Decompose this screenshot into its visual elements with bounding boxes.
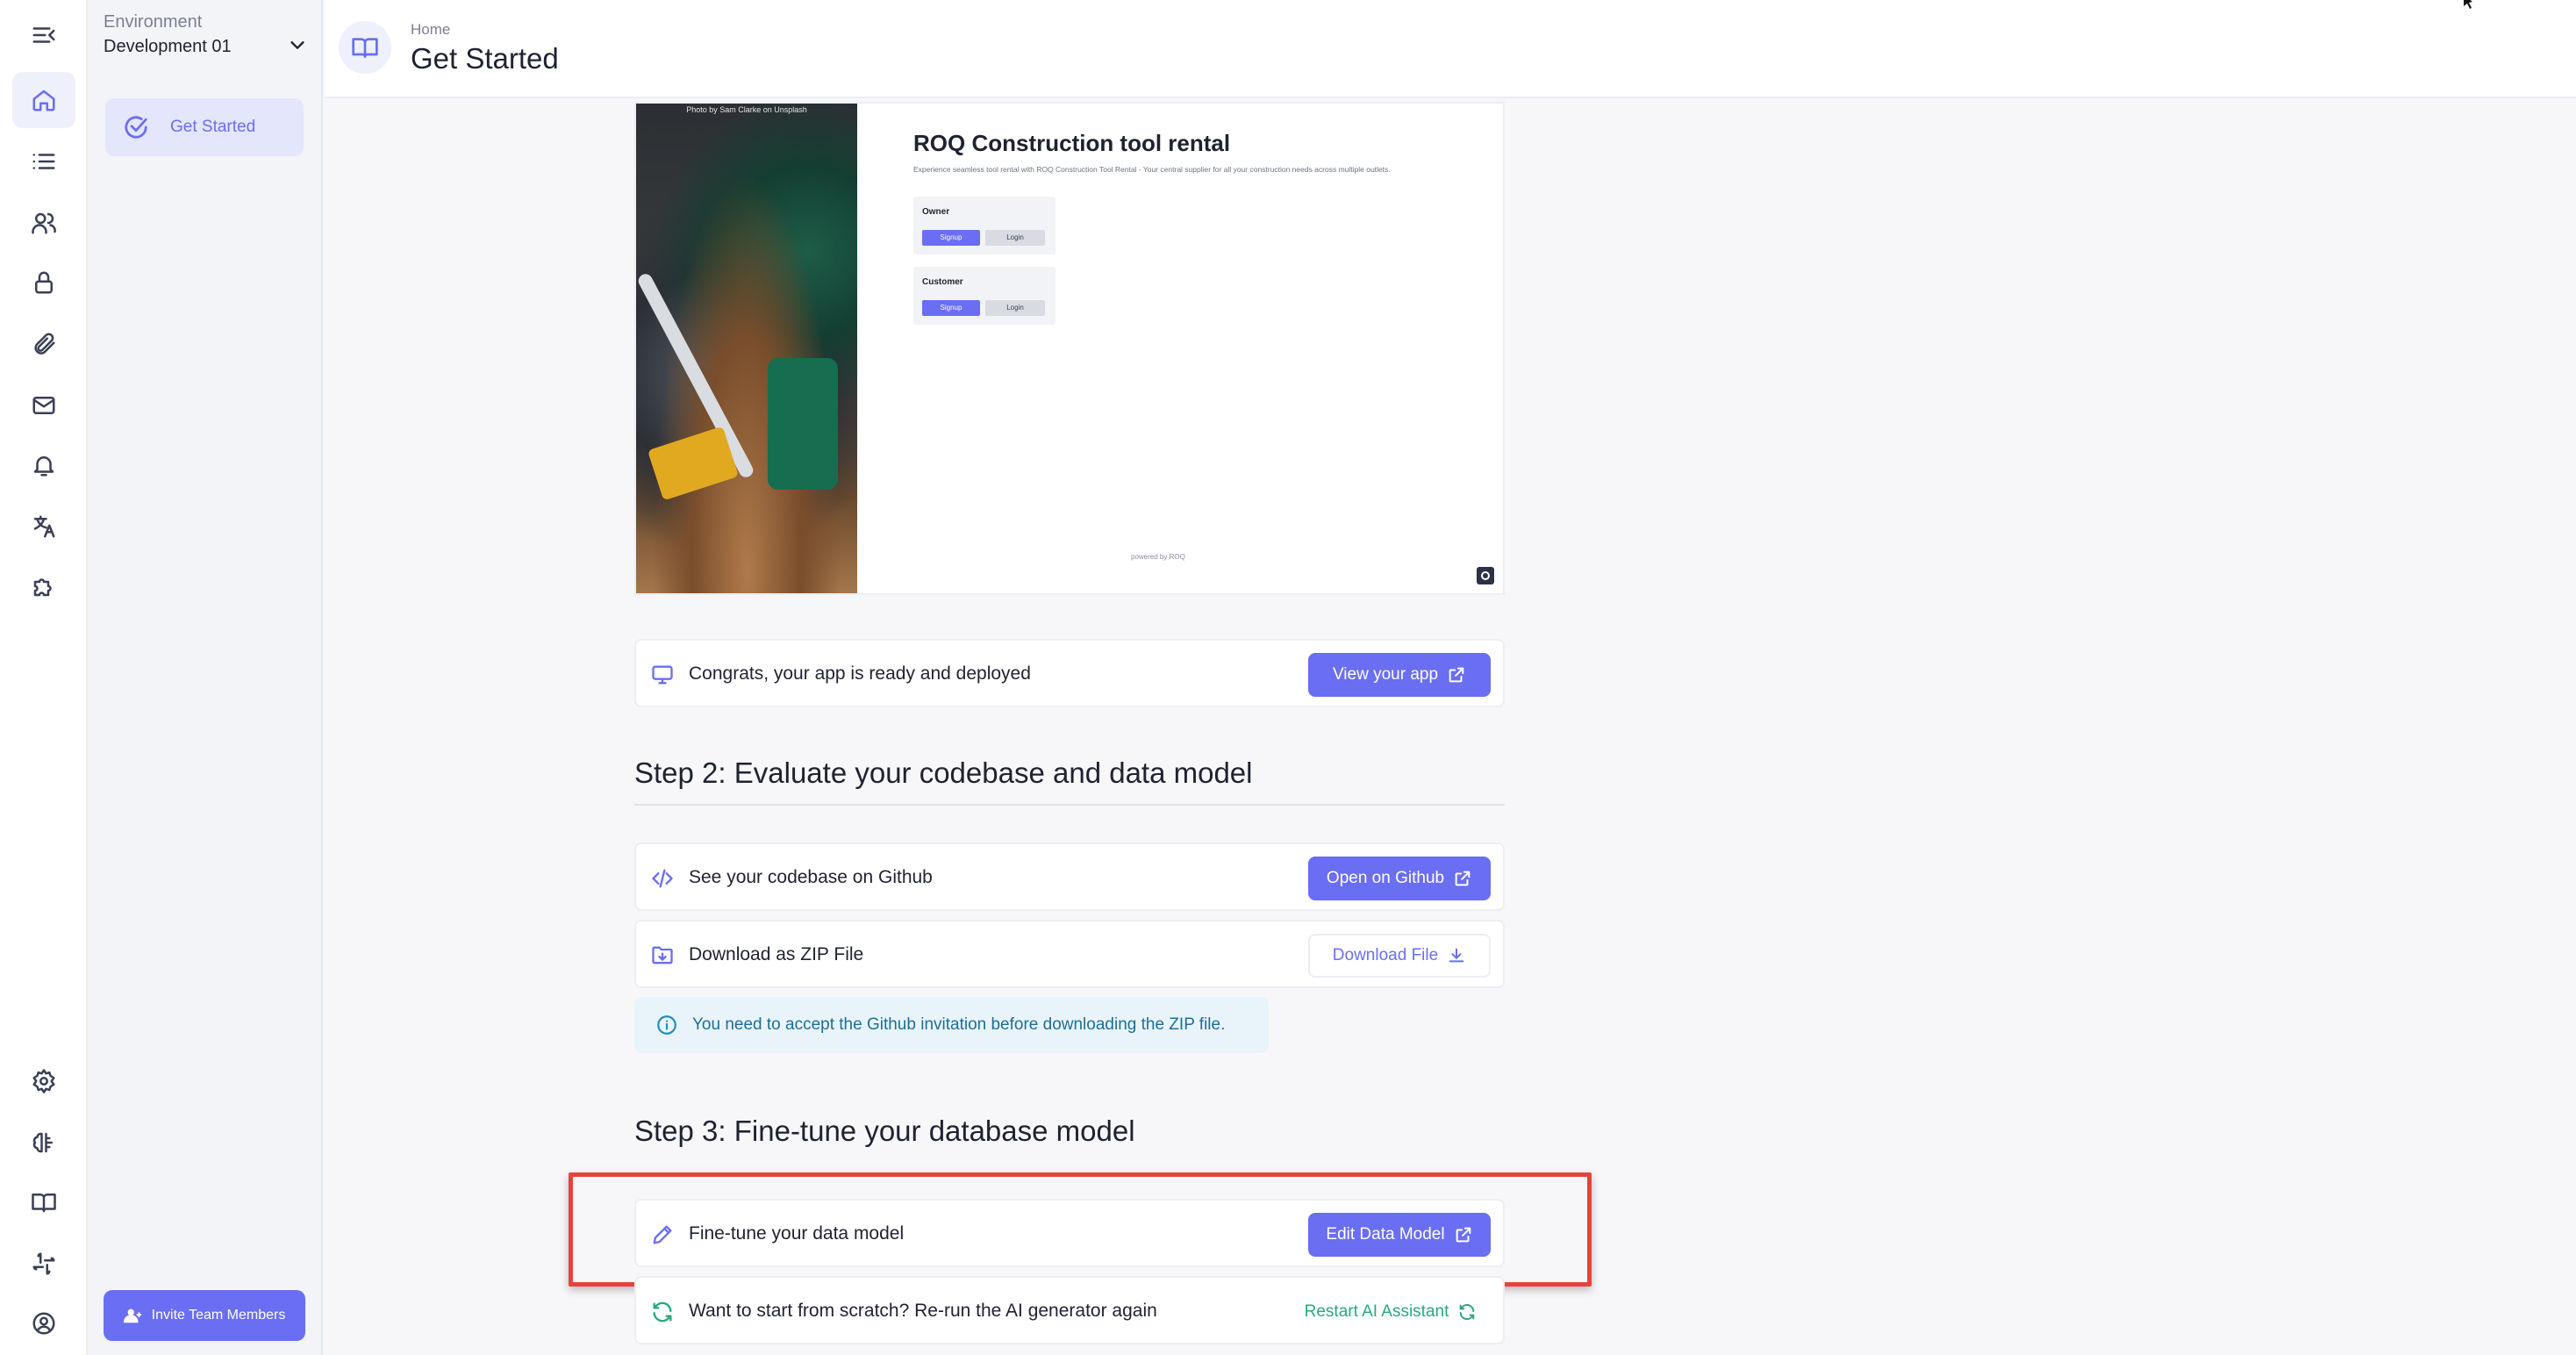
environment-label: Environment: [104, 12, 203, 32]
mouse-cursor-icon: [2462, 0, 2481, 9]
settings-icon[interactable]: [12, 1053, 75, 1109]
deployed-text: Congrats, your app is ready and deployed: [689, 663, 1031, 684]
github-row: See your codebase on Github Open on Gith…: [634, 842, 1505, 911]
lock-icon[interactable]: [12, 255, 75, 311]
info-text: You need to accept the Github invitation…: [692, 1015, 1226, 1034]
divider: [634, 804, 1505, 806]
preview-title: ROQ Construction tool rental: [913, 130, 1231, 156]
restart-label: Restart AI Assistant: [1304, 1302, 1449, 1321]
app-preview: Photo by Sam Clarke on Unsplash ROQ Cons…: [634, 102, 1505, 595]
open-github-label: Open on Github: [1326, 869, 1445, 887]
photo-credit: Photo by Sam Clarke on Unsplash: [686, 105, 807, 114]
monitor-icon: [650, 663, 675, 687]
environment-select[interactable]: Development 01: [104, 37, 232, 57]
step-3-heading: Step 3: Fine-tune your database model: [634, 1115, 1135, 1147]
zip-row: Download as ZIP File Download File: [634, 920, 1505, 988]
preview-subtitle: Experience seamless tool rental with ROQ…: [913, 165, 1391, 174]
puzzle-icon[interactable]: [12, 558, 75, 614]
owner-login-button: Login: [985, 230, 1045, 246]
download-file-label: Download File: [1332, 946, 1439, 964]
chevron-down-icon[interactable]: [288, 35, 307, 54]
list-icon[interactable]: [12, 133, 75, 190]
bell-icon[interactable]: [12, 437, 75, 493]
brain-icon[interactable]: [12, 1115, 75, 1171]
page-header: Home Get Started: [325, 0, 2576, 98]
powered-by: powered by ROQ: [1131, 553, 1185, 561]
download-icon: [1449, 948, 1464, 963]
refresh-icon: [650, 1300, 675, 1324]
users-icon[interactable]: [12, 195, 75, 251]
view-app-label: View your app: [1332, 665, 1439, 684]
user-circle-icon[interactable]: [12, 1295, 75, 1351]
add-user-icon: [123, 1308, 141, 1323]
view-app-button[interactable]: View your app: [1308, 653, 1491, 697]
home-icon[interactable]: [12, 72, 75, 128]
owner-role-box: Owner Signup Login: [913, 197, 1055, 255]
role-label: Owner: [922, 207, 950, 217]
info-banner: You need to accept the Github invitation…: [634, 997, 1269, 1053]
external-link-icon: [1449, 667, 1464, 683]
paperclip-icon[interactable]: [12, 316, 75, 372]
slack-icon[interactable]: [12, 1236, 75, 1292]
customer-signup-button: Signup: [922, 300, 980, 316]
refresh-icon: [1460, 1304, 1475, 1320]
environment-sidebar: Environment Development 01 Get Started I…: [88, 0, 323, 1355]
open-on-github-button[interactable]: Open on Github: [1308, 857, 1491, 900]
restart-text: Want to start from scratch? Re-run the A…: [689, 1301, 1157, 1321]
zip-text: Download as ZIP File: [689, 944, 864, 964]
external-link-icon: [1455, 871, 1470, 886]
restart-ai-assistant-button[interactable]: Restart AI Assistant: [1291, 1290, 1491, 1334]
camera-icon: [1477, 567, 1494, 584]
role-label: Customer: [922, 277, 963, 287]
code-icon: [650, 866, 675, 891]
customer-login-button: Login: [985, 300, 1045, 316]
download-file-button[interactable]: Download File: [1308, 934, 1491, 978]
check-circle-icon: [125, 116, 147, 139]
mail-icon[interactable]: [12, 377, 75, 434]
owner-signup-button: Signup: [922, 230, 980, 246]
breadcrumb[interactable]: Home: [411, 21, 450, 39]
step-2-heading: Step 2: Evaluate your codebase and data …: [634, 756, 1253, 789]
invite-label: Invite Team Members: [151, 1308, 286, 1323]
icon-rail: [0, 0, 88, 1355]
page-title: Get Started: [411, 42, 559, 75]
preview-photo: Photo by Sam Clarke on Unsplash: [636, 104, 857, 593]
folder-download-icon: [650, 943, 675, 968]
highlight-box: [569, 1172, 1592, 1287]
info-icon: [657, 1015, 676, 1035]
sidebar-item-get-started[interactable]: Get Started: [105, 98, 304, 156]
book-icon: [339, 21, 391, 74]
collapse-menu-icon[interactable]: [12, 7, 75, 63]
translate-icon[interactable]: [12, 498, 75, 555]
sidebar-item-label: Get Started: [170, 118, 256, 136]
github-text: See your codebase on Github: [689, 867, 933, 887]
customer-role-box: Customer Signup Login: [913, 267, 1055, 325]
restart-row: Want to start from scratch? Re-run the A…: [634, 1276, 1505, 1344]
invite-team-members-button[interactable]: Invite Team Members: [104, 1290, 305, 1341]
deployed-row: Congrats, your app is ready and deployed…: [634, 639, 1505, 707]
book-icon[interactable]: [12, 1174, 75, 1230]
